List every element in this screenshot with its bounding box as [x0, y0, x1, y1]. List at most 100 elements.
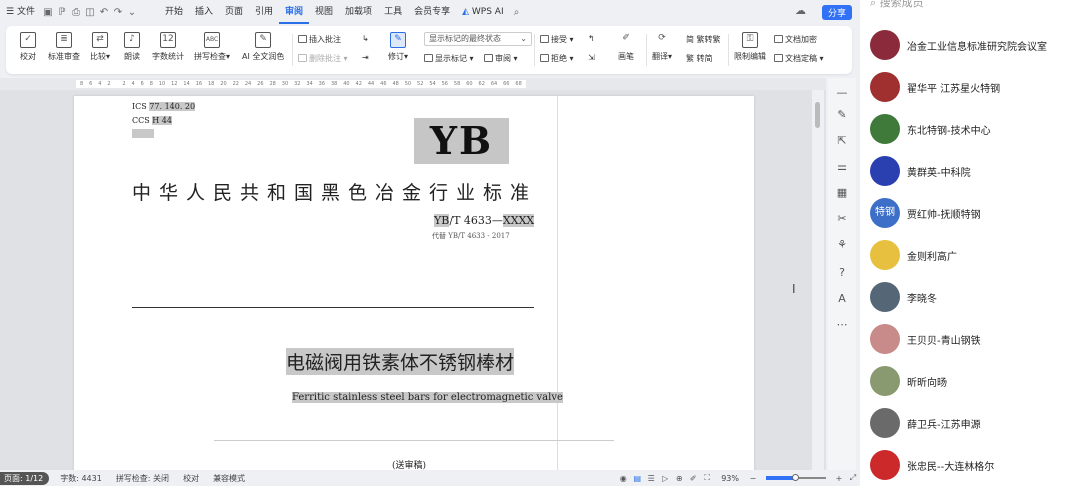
show-marks-button[interactable]: 显示标记 ▾ [424, 53, 474, 64]
pen-button[interactable]: ✐ 画笔 [618, 32, 634, 62]
ruler-tick: 54 [429, 81, 436, 87]
spell-check-status[interactable]: 拼写检查: 关闭 [109, 473, 176, 484]
proofread-button[interactable]: ✓ 校对 [20, 32, 36, 62]
to-simplified-button[interactable]: 繁 转简 [686, 53, 713, 64]
member-item[interactable]: 李晓冬 [870, 281, 937, 313]
member-item[interactable]: 东北特钢-技术中心 [870, 113, 991, 145]
zoom-level[interactable]: 93% [714, 474, 746, 483]
more-chevron-icon[interactable]: ⌄ [125, 7, 139, 18]
proofread-status[interactable]: 校对 [176, 473, 206, 484]
ribbon-separator [646, 34, 647, 66]
prev-change-icon[interactable]: ↰ [588, 34, 595, 43]
word-count-status[interactable]: 字数: 4431 [53, 473, 109, 484]
scrollbar-thumb[interactable] [815, 102, 820, 128]
standard-review-button[interactable]: ≣ 标准审查 [48, 32, 80, 62]
tab-member[interactable]: 会员专享 [408, 0, 456, 24]
ai-polish-button[interactable]: ✎ AI 全文润色 [242, 32, 284, 62]
file-menu[interactable]: ☰ 文件 [0, 0, 41, 24]
pen-tool-icon[interactable]: ✎ [835, 108, 849, 122]
spell-check-button[interactable]: ABC 拼写检查▾ [194, 32, 230, 62]
member-item[interactable]: 黄群英-中科院 [870, 155, 971, 187]
search-icon[interactable]: ⌕ [510, 7, 524, 18]
share-tool-icon[interactable]: ⚘ [835, 238, 849, 252]
tab-home[interactable]: 开始 [159, 0, 189, 24]
member-item[interactable]: 翟华平 江苏星火特钢 [870, 71, 1000, 103]
prev-comment-icon[interactable]: ↳ [362, 34, 369, 43]
restrict-edit-button[interactable]: ⚿ 限制编辑 [734, 32, 766, 62]
delete-comment-button[interactable]: 删除批注 ▾ [298, 53, 348, 64]
page-view-icon[interactable]: ▤ [630, 474, 644, 483]
help-icon[interactable]: ? [835, 266, 849, 280]
print-icon[interactable]: ⎙ [69, 7, 83, 18]
horizontal-ruler[interactable]: 8 6 4 2 2 4 6 8 10 12 14 16 18 20 22 24 26 28 30 32 34 36 38 40… [0, 78, 826, 90]
member-item[interactable]: 金则利高广 [870, 239, 957, 271]
select-cursor-icon[interactable]: ⇱ [835, 134, 849, 148]
avatar [870, 72, 900, 102]
cloud-sync-icon[interactable]: ☁ [795, 4, 806, 17]
review-pane-button[interactable]: 审阅 ▾ [484, 53, 518, 64]
collapse-icon[interactable]: — [835, 86, 849, 100]
page-indicator[interactable]: 页面: 1/12 [0, 471, 50, 485]
zoom-slider-knob[interactable] [792, 474, 799, 481]
ruler-tick: 8 [149, 81, 153, 87]
member-item[interactable]: 薛卫兵-江苏申源 [870, 407, 981, 439]
outline-view-icon[interactable]: ☰ [644, 474, 658, 483]
image-icon[interactable]: ▦ [835, 186, 849, 200]
next-change-icon[interactable]: ⇲ [588, 53, 595, 62]
redo-icon[interactable]: ↷ [111, 7, 125, 18]
doc-encrypt-button[interactable]: 文档加密 [774, 34, 817, 45]
display-markup-dropdown[interactable]: 显示标记的最终状态 ⌄ [424, 32, 532, 46]
member-item[interactable]: 张忠民--大连林格尔 [870, 449, 994, 481]
ruler-tick: 32 [294, 81, 301, 87]
wps-ai-button[interactable]: ◭ WPS AI [456, 0, 510, 24]
member-item[interactable]: 冶金工业信息标准研究院会议室 [870, 29, 1047, 61]
zoom-slider[interactable] [766, 474, 826, 481]
settings-sliders-icon[interactable]: ⚌ [835, 160, 849, 174]
compare-button[interactable]: ⇄ 比较▾ [90, 32, 110, 62]
undo-icon[interactable]: ↶ [97, 7, 111, 18]
reject-button[interactable]: 拒绝 ▾ [540, 53, 574, 64]
pen-mode-icon[interactable]: ✐ [686, 474, 700, 483]
member-item[interactable]: 特钢 贾红帅-抚顺特钢 [870, 197, 981, 229]
tab-insert[interactable]: 插入 [189, 0, 219, 24]
ruler-tick: 62 [478, 81, 485, 87]
tab-view[interactable]: 视图 [309, 0, 339, 24]
tab-tools[interactable]: 工具 [378, 0, 408, 24]
web-view-icon[interactable]: ⊕ [672, 474, 686, 483]
revise-button[interactable]: ✎ 修订▾ [388, 32, 408, 62]
read-aloud-button[interactable]: ♪ 朗读 [124, 32, 140, 62]
tools-icon[interactable]: ✂ [835, 212, 849, 226]
vertical-scrollbar[interactable] [812, 90, 824, 470]
eye-protect-icon[interactable]: ◉ [616, 474, 630, 483]
tab-review[interactable]: 审阅 [279, 0, 310, 24]
zoom-in-icon[interactable]: + [832, 474, 846, 483]
text-cursor-icon: I [792, 282, 796, 296]
share-button[interactable]: 分享 [821, 5, 852, 20]
translate-button[interactable]: ⟳ 翻译▾ [652, 32, 672, 62]
read-aloud-label: 朗读 [124, 52, 140, 61]
insert-comment-button[interactable]: 插入批注 [298, 34, 341, 45]
translate-side-icon[interactable]: A [835, 292, 849, 306]
preview-icon[interactable]: ◫ [83, 7, 97, 18]
tab-addins[interactable]: 加载项 [339, 0, 378, 24]
fit-page-icon[interactable]: ⛶ [700, 473, 714, 483]
play-icon[interactable]: ▷ [658, 474, 672, 483]
revise-label: 修订 [388, 52, 404, 61]
document-page[interactable]: ICS 77. 140. 20 CCS H 44 YB 中华人民共和国黑色冶金行… [74, 96, 796, 476]
member-item[interactable]: 王贝贝-青山钢铁 [870, 323, 981, 355]
to-traditional-button[interactable]: 简 繁转繁 [686, 34, 721, 45]
doc-final-button[interactable]: 文档定稿 ▾ [774, 53, 824, 64]
member-item[interactable]: 昕昕向旸 [870, 365, 947, 397]
word-count-button[interactable]: 12 字数统计 [152, 32, 184, 62]
fullscreen-icon[interactable]: ⤢ [846, 473, 860, 483]
accept-button[interactable]: 接受 ▾ [540, 34, 574, 45]
tab-references[interactable]: 引用 [249, 0, 279, 24]
member-name: 昕昕向旸 [907, 377, 947, 389]
tab-page[interactable]: 页面 [219, 0, 249, 24]
next-comment-icon[interactable]: ⇥ [362, 53, 369, 62]
export-pdf-icon[interactable]: ℙ [55, 7, 69, 18]
member-search[interactable]: ⌕ 搜索成员 [870, 0, 924, 10]
more-icon[interactable]: ⋯ [835, 318, 849, 332]
save-icon[interactable]: ▣ [41, 7, 55, 18]
zoom-out-icon[interactable]: − [746, 474, 760, 483]
